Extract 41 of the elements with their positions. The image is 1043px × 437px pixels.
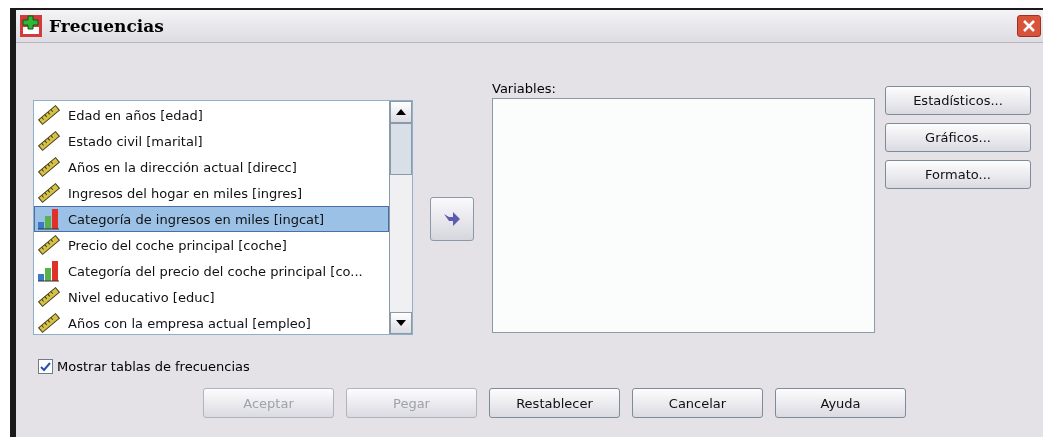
item-label: Precio del coche principal [coche] [68,237,287,253]
scroll-up-button[interactable] [390,101,412,123]
move-button[interactable] [430,197,474,241]
close-icon [1022,19,1036,33]
checkbox[interactable] [38,359,53,374]
list-item[interactable]: Nivel educativo [educ] [34,284,389,310]
list-item[interactable]: Categoría de ingresos en miles [ingcat] [34,206,389,232]
item-label: Años en la dirección actual [direcc] [68,159,297,175]
bar-chart-icon [37,260,61,282]
item-label: Nivel educativo [educ] [68,289,215,305]
dialog-button[interactable]: Restablecer [489,388,620,418]
dialog-button[interactable]: Ayuda [775,388,906,418]
list-item[interactable]: Estado civil [marital] [34,128,389,154]
option-button[interactable]: Estadísticos... [885,86,1031,115]
up-arrow-icon [396,109,406,115]
item-label: Años con la empresa actual [empleo] [68,315,311,331]
checkbox-label: Mostrar tablas de frecuencias [57,359,250,374]
arrow-icon [443,211,461,227]
item-label: Estado civil [marital] [68,133,203,149]
list-item[interactable]: Precio del coche principal [coche] [34,232,389,258]
list-item[interactable]: Categoría del precio del coche principal [co... [34,258,389,284]
list-item[interactable]: Edad en años [edad] [34,102,389,128]
item-label: Edad en años [edad] [68,107,203,123]
window-title: Frecuencias [49,16,165,36]
list-item[interactable]: Años en la dirección actual [direcc] [34,154,389,180]
option-button[interactable]: Formato... [885,160,1031,189]
list-item[interactable]: Ingresos del hogar en miles [ingres] [34,180,389,206]
list-item[interactable]: Años con la empresa actual [empleo] [34,310,389,334]
option-button[interactable]: Gráficos... [885,123,1031,152]
scrollbar[interactable] [389,101,412,334]
variables-label: Variables: [492,81,557,96]
down-arrow-icon [396,320,406,326]
item-label: Categoría de ingresos en miles [ingcat] [68,211,325,227]
bar-chart-icon [37,208,61,230]
scroll-thumb[interactable] [390,123,412,175]
dialog-button[interactable]: Cancelar [632,388,763,418]
item-label: Ingresos del hogar en miles [ingres] [68,185,303,201]
scroll-down-button[interactable] [390,312,412,334]
app-icon [19,14,43,38]
close-button[interactable] [1017,15,1041,37]
item-label: Categoría del precio del coche principal [co... [68,263,363,279]
